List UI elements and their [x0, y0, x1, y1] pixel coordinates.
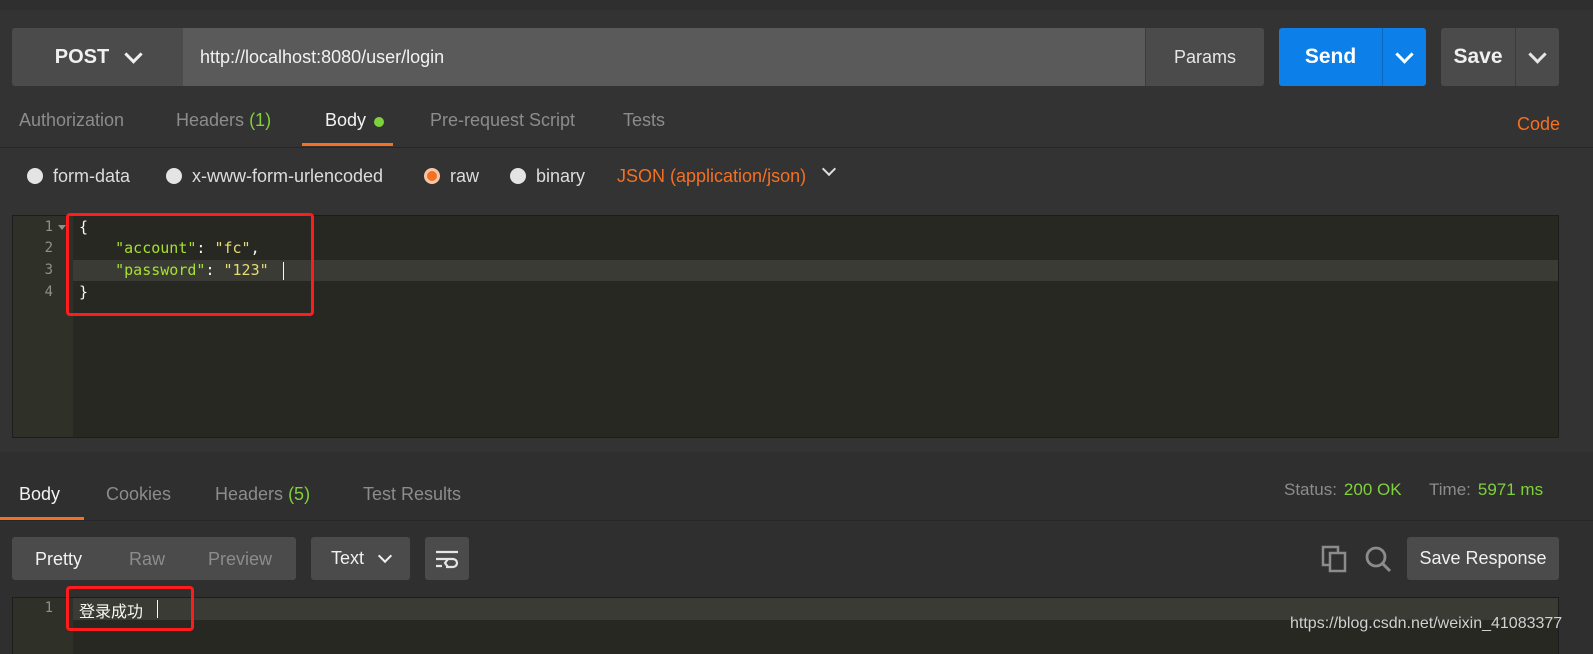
time-readout: Time: 5971 ms: [1429, 480, 1543, 500]
format-label: Text: [330, 548, 364, 568]
send-button[interactable]: Send: [1279, 28, 1382, 86]
line-number: 3: [44, 262, 53, 278]
headers-count-badge: (5): [288, 484, 311, 504]
annotation-highlight-box: [66, 213, 314, 316]
radio-circle-icon: [510, 168, 526, 184]
save-response-label: Save Response: [1419, 548, 1547, 568]
content-type-select[interactable]: JSON (application/json): [617, 166, 806, 187]
save-label: Save: [1453, 45, 1503, 68]
view-pretty-button[interactable]: Pretty: [35, 549, 82, 570]
tab-label: Body: [325, 110, 367, 130]
radio-label: raw: [450, 165, 480, 186]
response-tab-body[interactable]: Body: [19, 484, 60, 505]
line-number: 1: [44, 600, 53, 616]
method-select[interactable]: POST: [12, 28, 183, 86]
chevron-down-icon: [821, 161, 837, 177]
time-label: Time:: [1429, 480, 1471, 499]
response-tab-cookies[interactable]: Cookies: [106, 484, 171, 505]
radio-binary[interactable]: binary: [510, 160, 585, 192]
chevron-down-icon: [124, 44, 143, 64]
fold-arrow-icon[interactable]: [58, 225, 66, 230]
chevron-down-icon: [1528, 44, 1547, 64]
tab-label: Tests: [623, 110, 666, 130]
content-type-chevron[interactable]: [821, 161, 837, 177]
search-icon[interactable]: [1363, 544, 1393, 579]
tab-label: Authorization: [19, 110, 125, 130]
radio-urlencoded[interactable]: x-www-form-urlencoded: [166, 160, 383, 192]
method-label: POST: [54, 45, 110, 68]
radio-selected-icon: [424, 168, 440, 184]
view-raw-button[interactable]: Raw: [129, 549, 165, 570]
chevron-down-icon: [377, 548, 393, 563]
tab-label: Headers: [215, 484, 284, 504]
body-active-dot: [374, 117, 385, 127]
divider: [0, 147, 1593, 148]
tab-label: Headers: [176, 110, 245, 130]
line-number: 1: [44, 219, 53, 235]
tab-tests[interactable]: Tests: [623, 110, 665, 146]
tab-label: Pre-request Script: [430, 110, 576, 130]
copy-icon[interactable]: [1321, 545, 1349, 578]
view-preview-button[interactable]: Preview: [208, 549, 272, 570]
status-label: Status:: [1284, 480, 1337, 499]
send-label: Send: [1304, 45, 1357, 68]
wrap-lines-icon: [436, 550, 459, 568]
radio-circle-icon: [27, 168, 43, 184]
radio-label: form-data: [53, 165, 131, 186]
divider: [0, 520, 1593, 521]
headers-count-badge: (1): [249, 110, 272, 130]
top-strip: [0, 0, 1593, 10]
radio-label: binary: [536, 165, 586, 186]
radio-raw[interactable]: raw: [424, 160, 479, 192]
wrap-lines-button[interactable]: [425, 537, 469, 580]
save-response-button[interactable]: Save Response: [1407, 537, 1559, 580]
tab-body[interactable]: Body: [325, 110, 385, 146]
send-options-button[interactable]: [1382, 28, 1426, 86]
tab-pre-request-script[interactable]: Pre-request Script: [430, 110, 575, 146]
save-button[interactable]: Save: [1441, 28, 1515, 86]
params-label: Params: [1173, 46, 1236, 67]
radio-circle-icon: [166, 168, 182, 184]
active-tab-indicator: [302, 143, 393, 146]
chevron-down-icon: [1395, 44, 1414, 64]
line-number: 4: [44, 284, 53, 300]
line-number: 2: [44, 240, 53, 256]
radio-form-data[interactable]: form-data: [27, 160, 130, 192]
tab-authorization[interactable]: Authorization: [19, 110, 124, 146]
tab-headers[interactable]: Headers (1): [176, 110, 271, 146]
time-value: 5971 ms: [1477, 480, 1544, 499]
url-input[interactable]: http://localhost:8080/user/login: [183, 28, 1145, 86]
response-tab-headers[interactable]: Headers (5): [215, 484, 310, 505]
format-select[interactable]: Text: [311, 537, 410, 580]
params-button[interactable]: Params: [1145, 28, 1264, 86]
url-value: http://localhost:8080/user/login: [200, 46, 445, 67]
watermark: https://blog.csdn.net/weixin_41083377: [1290, 615, 1563, 632]
code-link[interactable]: Code: [1517, 114, 1560, 135]
status-readout: Status: 200 OK: [1284, 480, 1402, 500]
radio-label: x-www-form-urlencoded: [192, 165, 384, 186]
save-options-button[interactable]: [1515, 28, 1559, 86]
annotation-highlight-box: [66, 586, 194, 631]
response-tab-test-results[interactable]: Test Results: [363, 484, 461, 505]
status-value: 200 OK: [1343, 480, 1402, 499]
